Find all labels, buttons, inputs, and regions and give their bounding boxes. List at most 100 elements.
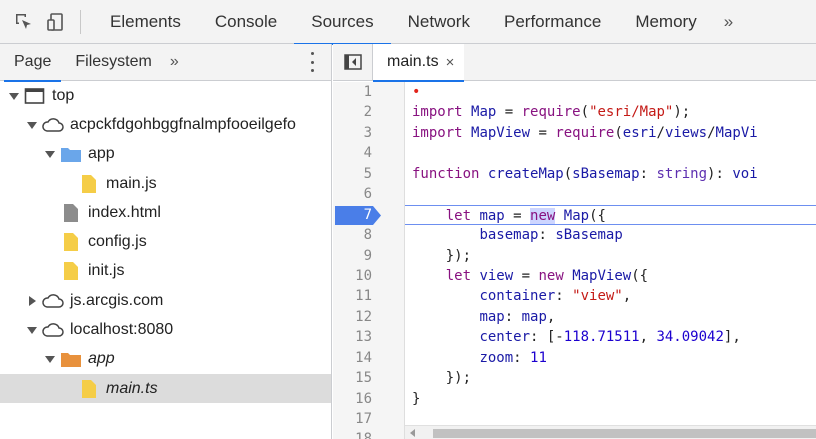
tab-page[interactable]: Page: [0, 44, 62, 82]
tree-item-label: acpckfdgohbggfnalmpfooeilgefo: [70, 115, 296, 133]
line-number[interactable]: 14: [333, 348, 404, 368]
tree-item-top[interactable]: top: [0, 81, 331, 110]
device-toolbar-icon[interactable]: [40, 0, 72, 44]
line-number[interactable]: 16: [333, 389, 404, 409]
code-line: function createMap(sBasemap: string): vo…: [412, 165, 758, 182]
line-number[interactable]: 9: [333, 246, 404, 266]
toolbar-divider: [80, 9, 81, 34]
code-line: import MapView = require(esri/views/MapV…: [412, 124, 758, 141]
frame-icon: [24, 86, 46, 106]
tab-filesystem[interactable]: Filesystem: [61, 44, 161, 81]
navigator-panel: Page Filesystem » top acpckfdgohbggfnalm…: [0, 44, 332, 439]
tree-item-label: main.ts: [106, 379, 158, 397]
kebab-menu-icon[interactable]: [311, 52, 315, 72]
tree-item-js-arcgis[interactable]: js.arcgis.com: [0, 286, 331, 315]
tab-label: Console: [214, 11, 278, 31]
code-line: });: [412, 247, 472, 264]
tree-item-label: top: [52, 86, 75, 104]
cloud-icon: [42, 115, 64, 135]
tab-network[interactable]: Network: [391, 0, 487, 44]
tree-item-label: index.html: [88, 203, 161, 221]
tree-item-app-folder[interactable]: app: [0, 140, 331, 169]
tree-item-label: config.js: [88, 233, 147, 251]
tab-sources[interactable]: Sources: [294, 0, 392, 45]
line-number[interactable]: 1: [333, 82, 404, 102]
tab-label: Filesystem: [75, 53, 152, 70]
line-number[interactable]: 3: [333, 123, 404, 143]
scrollbar-thumb[interactable]: [433, 429, 816, 438]
code-line: import Map = require("esri/Map");: [412, 104, 691, 121]
collapsed-arrow-icon[interactable]: [26, 295, 38, 307]
tree-item-localhost[interactable]: localhost:8080: [0, 315, 331, 344]
tree-item-label: js.arcgis.com: [70, 291, 164, 309]
code-lines[interactable]: • import Map = require("esri/Map"); impo…: [405, 82, 816, 439]
line-number[interactable]: 18: [333, 429, 404, 439]
expanded-arrow-icon[interactable]: [44, 353, 56, 365]
line-number[interactable]: 17: [333, 409, 404, 429]
folder-icon: [60, 349, 82, 369]
tab-elements[interactable]: Elements: [93, 0, 198, 44]
close-icon[interactable]: ×: [446, 54, 455, 71]
tree-item-label: init.js: [88, 262, 125, 280]
file-icon: [60, 232, 82, 252]
code-line: •: [412, 84, 421, 100]
expanded-arrow-icon[interactable]: [26, 324, 38, 336]
scroll-left-icon[interactable]: [410, 429, 415, 437]
tree-item-config-js[interactable]: config.js: [0, 227, 331, 256]
tree-item-index-html[interactable]: index.html: [0, 198, 331, 227]
expanded-arrow-icon[interactable]: [44, 148, 56, 160]
devtools-toolbar: Elements Console Sources Network Perform…: [0, 0, 816, 45]
file-tab-label: main.ts: [387, 53, 439, 70]
breakpoint-line-number[interactable]: 7: [333, 205, 404, 225]
tab-label: Network: [407, 11, 470, 31]
file-icon: [60, 203, 82, 223]
code-editor[interactable]: 1 2 3 4 5 6 7 8 9 10 11 12 13 14 15 16 1…: [333, 82, 816, 439]
code-line-breakpoint: let map = new Map({: [405, 204, 816, 226]
tree-item-init-js[interactable]: init.js: [0, 257, 331, 286]
tab-label: Elements: [110, 11, 181, 31]
toggle-navigator-icon[interactable]: [333, 43, 373, 81]
tree-item-extension-origin[interactable]: acpckfdgohbggfnalmpfooeilgefo: [0, 110, 331, 139]
code-line: basemap: sBasemap: [479, 227, 623, 244]
line-number[interactable]: 2: [333, 102, 404, 122]
line-number[interactable]: 11: [333, 286, 404, 306]
line-number[interactable]: 12: [333, 307, 404, 327]
tab-label: Page: [14, 53, 52, 70]
line-number-gutter[interactable]: 1 2 3 4 5 6 7 8 9 10 11 12 13 14 15 16 1…: [333, 82, 405, 439]
expanded-arrow-icon[interactable]: [26, 119, 38, 131]
tab-main-ts[interactable]: main.ts ×: [373, 43, 465, 82]
more-navigator-tabs-button[interactable]: »: [162, 53, 187, 71]
tab-label: Sources: [311, 11, 374, 31]
cloud-icon: [42, 291, 64, 311]
line-number[interactable]: 15: [333, 368, 404, 388]
tab-performance[interactable]: Performance: [487, 0, 618, 44]
tree-item-label: app: [88, 145, 115, 163]
tab-console[interactable]: Console: [198, 0, 294, 44]
editor-panel: main.ts × 1 2 3 4 5 6 7 8 9 10 11 12 13 …: [333, 43, 816, 439]
line-number[interactable]: 6: [333, 184, 404, 204]
tree-item-app-sourcemap-folder[interactable]: app: [0, 345, 331, 374]
folder-icon: [60, 144, 82, 164]
cloud-icon: [42, 320, 64, 340]
tab-memory[interactable]: Memory: [618, 0, 713, 44]
code-line: });: [412, 370, 472, 387]
line-number[interactable]: 10: [333, 266, 404, 286]
horizontal-scrollbar[interactable]: [405, 425, 816, 439]
file-icon: [78, 174, 100, 194]
expanded-arrow-icon[interactable]: [8, 90, 20, 102]
line-number[interactable]: 4: [333, 143, 404, 163]
code-line: center: [-118.71511, 34.09042],: [479, 329, 741, 346]
tree-item-label: main.js: [106, 174, 157, 192]
more-tabs-button[interactable]: »: [714, 12, 743, 32]
tree-item-main-js[interactable]: main.js: [0, 169, 331, 198]
line-number[interactable]: 5: [333, 164, 404, 184]
line-number[interactable]: 8: [333, 225, 404, 245]
code-line: container: "view",: [479, 288, 632, 305]
line-number[interactable]: 13: [333, 327, 404, 347]
tree-item-main-ts[interactable]: main.ts: [0, 373, 331, 404]
code-line: zoom: 11: [479, 349, 547, 366]
code-line: map: map,: [479, 308, 556, 325]
inspect-element-icon[interactable]: [8, 0, 40, 44]
